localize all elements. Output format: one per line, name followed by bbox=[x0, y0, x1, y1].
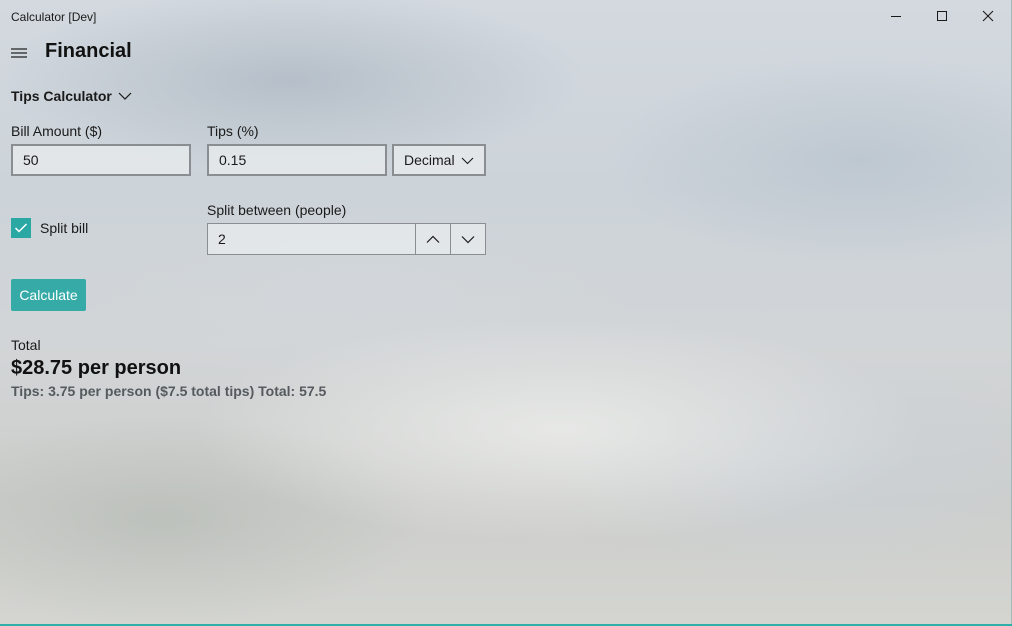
chevron-down-icon bbox=[118, 92, 132, 100]
calculator-mode-dropdown[interactable]: Tips Calculator bbox=[11, 86, 132, 106]
split-between-numberbox[interactable] bbox=[207, 223, 486, 255]
total-detail-text: Tips: 3.75 per person ($7.5 total tips) … bbox=[11, 383, 327, 399]
tips-input[interactable] bbox=[207, 144, 387, 176]
checkbox-checked[interactable] bbox=[11, 218, 31, 238]
close-icon bbox=[982, 10, 994, 22]
calculator-mode-label: Tips Calculator bbox=[11, 88, 112, 104]
split-between-input[interactable] bbox=[208, 224, 415, 254]
hamburger-menu-icon bbox=[11, 48, 27, 58]
minimize-button[interactable] bbox=[873, 0, 919, 32]
tips-format-dropdown[interactable]: Decimal bbox=[392, 144, 486, 176]
bill-amount-label: Bill Amount ($) bbox=[11, 123, 103, 139]
tips-label: Tips (%) bbox=[207, 123, 259, 139]
chevron-down-icon bbox=[461, 235, 475, 243]
chevron-up-icon bbox=[426, 235, 440, 243]
navigation-menu-button[interactable] bbox=[4, 38, 34, 68]
total-per-person-value: $28.75 per person bbox=[11, 357, 182, 379]
maximize-button[interactable] bbox=[919, 0, 965, 32]
tips-format-label: Decimal bbox=[404, 152, 455, 168]
calculate-button[interactable]: Calculate bbox=[11, 279, 86, 311]
app-title: Calculator [Dev] bbox=[11, 10, 97, 24]
minimize-icon bbox=[891, 16, 901, 17]
chevron-down-icon bbox=[461, 157, 474, 164]
split-bill-label: Split bill bbox=[40, 220, 89, 236]
increment-button[interactable] bbox=[415, 224, 450, 254]
decrement-button[interactable] bbox=[450, 224, 485, 254]
maximize-icon bbox=[937, 11, 947, 21]
title-bar[interactable]: Calculator [Dev] bbox=[0, 0, 1012, 32]
split-bill-checkbox[interactable]: Split bill bbox=[11, 217, 88, 239]
page-title: Financial bbox=[45, 40, 132, 62]
total-label: Total bbox=[11, 337, 41, 353]
bill-amount-input[interactable] bbox=[11, 144, 191, 176]
split-between-label: Split between (people) bbox=[207, 202, 347, 218]
close-button[interactable] bbox=[965, 0, 1011, 32]
checkmark-icon bbox=[14, 223, 28, 233]
